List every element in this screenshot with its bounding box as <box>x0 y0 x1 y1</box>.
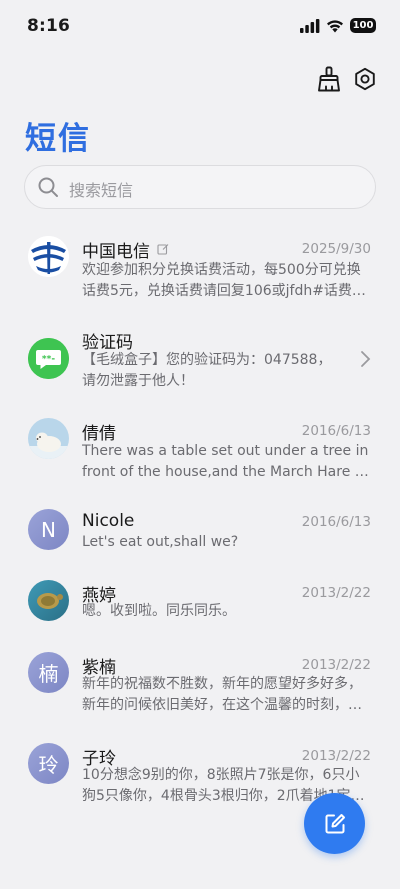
message-item-nicole[interactable]: N Nicole 2016/6/13 Let's eat out,shall w… <box>0 509 400 559</box>
search-placeholder: 搜索短信 <box>69 181 134 200</box>
message-item-china-telecom[interactable]: 中国电信 2025/9/30 欢迎参加积分兑换话费活动，每500分可兑换 话费5… <box>0 236 400 306</box>
message-preview: 新年的祝福数不胜数，新年的愿望好多好多， 新年的问候依旧美好，在这个温馨的时刻，… <box>82 676 362 713</box>
turtle-photo-icon <box>28 580 69 621</box>
message-preview: Let's eat out,shall we? <box>82 534 239 550</box>
polar-bear-photo-icon <box>28 418 69 459</box>
avatar: N <box>28 509 69 550</box>
battery-indicator: 100 <box>350 18 376 33</box>
message-item-verification-code[interactable]: **- 验证码 【毛绒盒子】您的验证码为：047588， 请勿泄露于他人！ <box>0 326 400 396</box>
message-preview: 欢迎参加积分兑换话费活动，每500分可兑换 话费5元，兑换话费请回复106或jf… <box>82 262 366 299</box>
message-item-zinan[interactable]: 楠 紫楠 2013/2/22 新年的祝福数不胜数，新年的愿望好多好多， 新年的问… <box>0 652 400 722</box>
message-item-qianqian[interactable]: 倩倩 2016/6/13 There was a table set out u… <box>0 418 400 488</box>
avatar <box>28 580 69 621</box>
contact-name: Nicole <box>82 511 135 531</box>
search-icon <box>38 177 58 197</box>
message-date: 2013/2/22 <box>301 585 371 601</box>
clean-brush-button[interactable] <box>316 66 342 92</box>
message-date: 2025/9/30 <box>301 241 371 257</box>
message-preview: 【毛绒盒子】您的验证码为：047588， 请勿泄露于他人！ <box>82 352 332 389</box>
china-telecom-logo-icon <box>28 236 69 277</box>
messages-screen: 8:16 100 短信 搜索短信 中国电信 2025/9/30 欢迎参加积分兑换… <box>0 0 400 889</box>
message-date: 2016/6/13 <box>301 514 371 530</box>
wifi-icon <box>327 19 343 32</box>
compose-message-button[interactable] <box>304 793 365 854</box>
message-date: 2013/2/22 <box>301 657 371 673</box>
edit-note-icon <box>157 244 169 255</box>
message-preview: 嗯。收到啦。同乐同乐。 <box>82 603 236 619</box>
avatar: **- <box>28 338 69 379</box>
status-time: 8:16 <box>27 16 71 36</box>
signal-icon <box>300 18 320 33</box>
avatar: 玲 <box>28 743 69 784</box>
svg-text:**-: **- <box>42 355 55 365</box>
message-date: 2016/6/13 <box>301 423 371 439</box>
avatar <box>28 418 69 459</box>
message-preview: There was a table set out under a tree i… <box>82 443 374 480</box>
status-icons: 100 <box>300 18 376 33</box>
contact-name: 中国电信 <box>82 237 169 262</box>
avatar <box>28 236 69 277</box>
message-item-yanting[interactable]: 燕婷 2013/2/22 嗯。收到啦。同乐同乐。 <box>0 580 400 630</box>
brush-icon <box>318 66 340 92</box>
status-bar: 8:16 100 <box>0 0 400 52</box>
verification-code-icon: **- <box>28 338 69 379</box>
compose-icon <box>325 813 345 833</box>
avatar: 楠 <box>28 652 69 693</box>
settings-button[interactable] <box>352 66 378 92</box>
page-title: 短信 <box>25 121 91 157</box>
settings-icon <box>355 67 375 91</box>
search-input[interactable]: 搜索短信 <box>24 165 376 209</box>
message-date: 2013/2/22 <box>301 748 371 764</box>
